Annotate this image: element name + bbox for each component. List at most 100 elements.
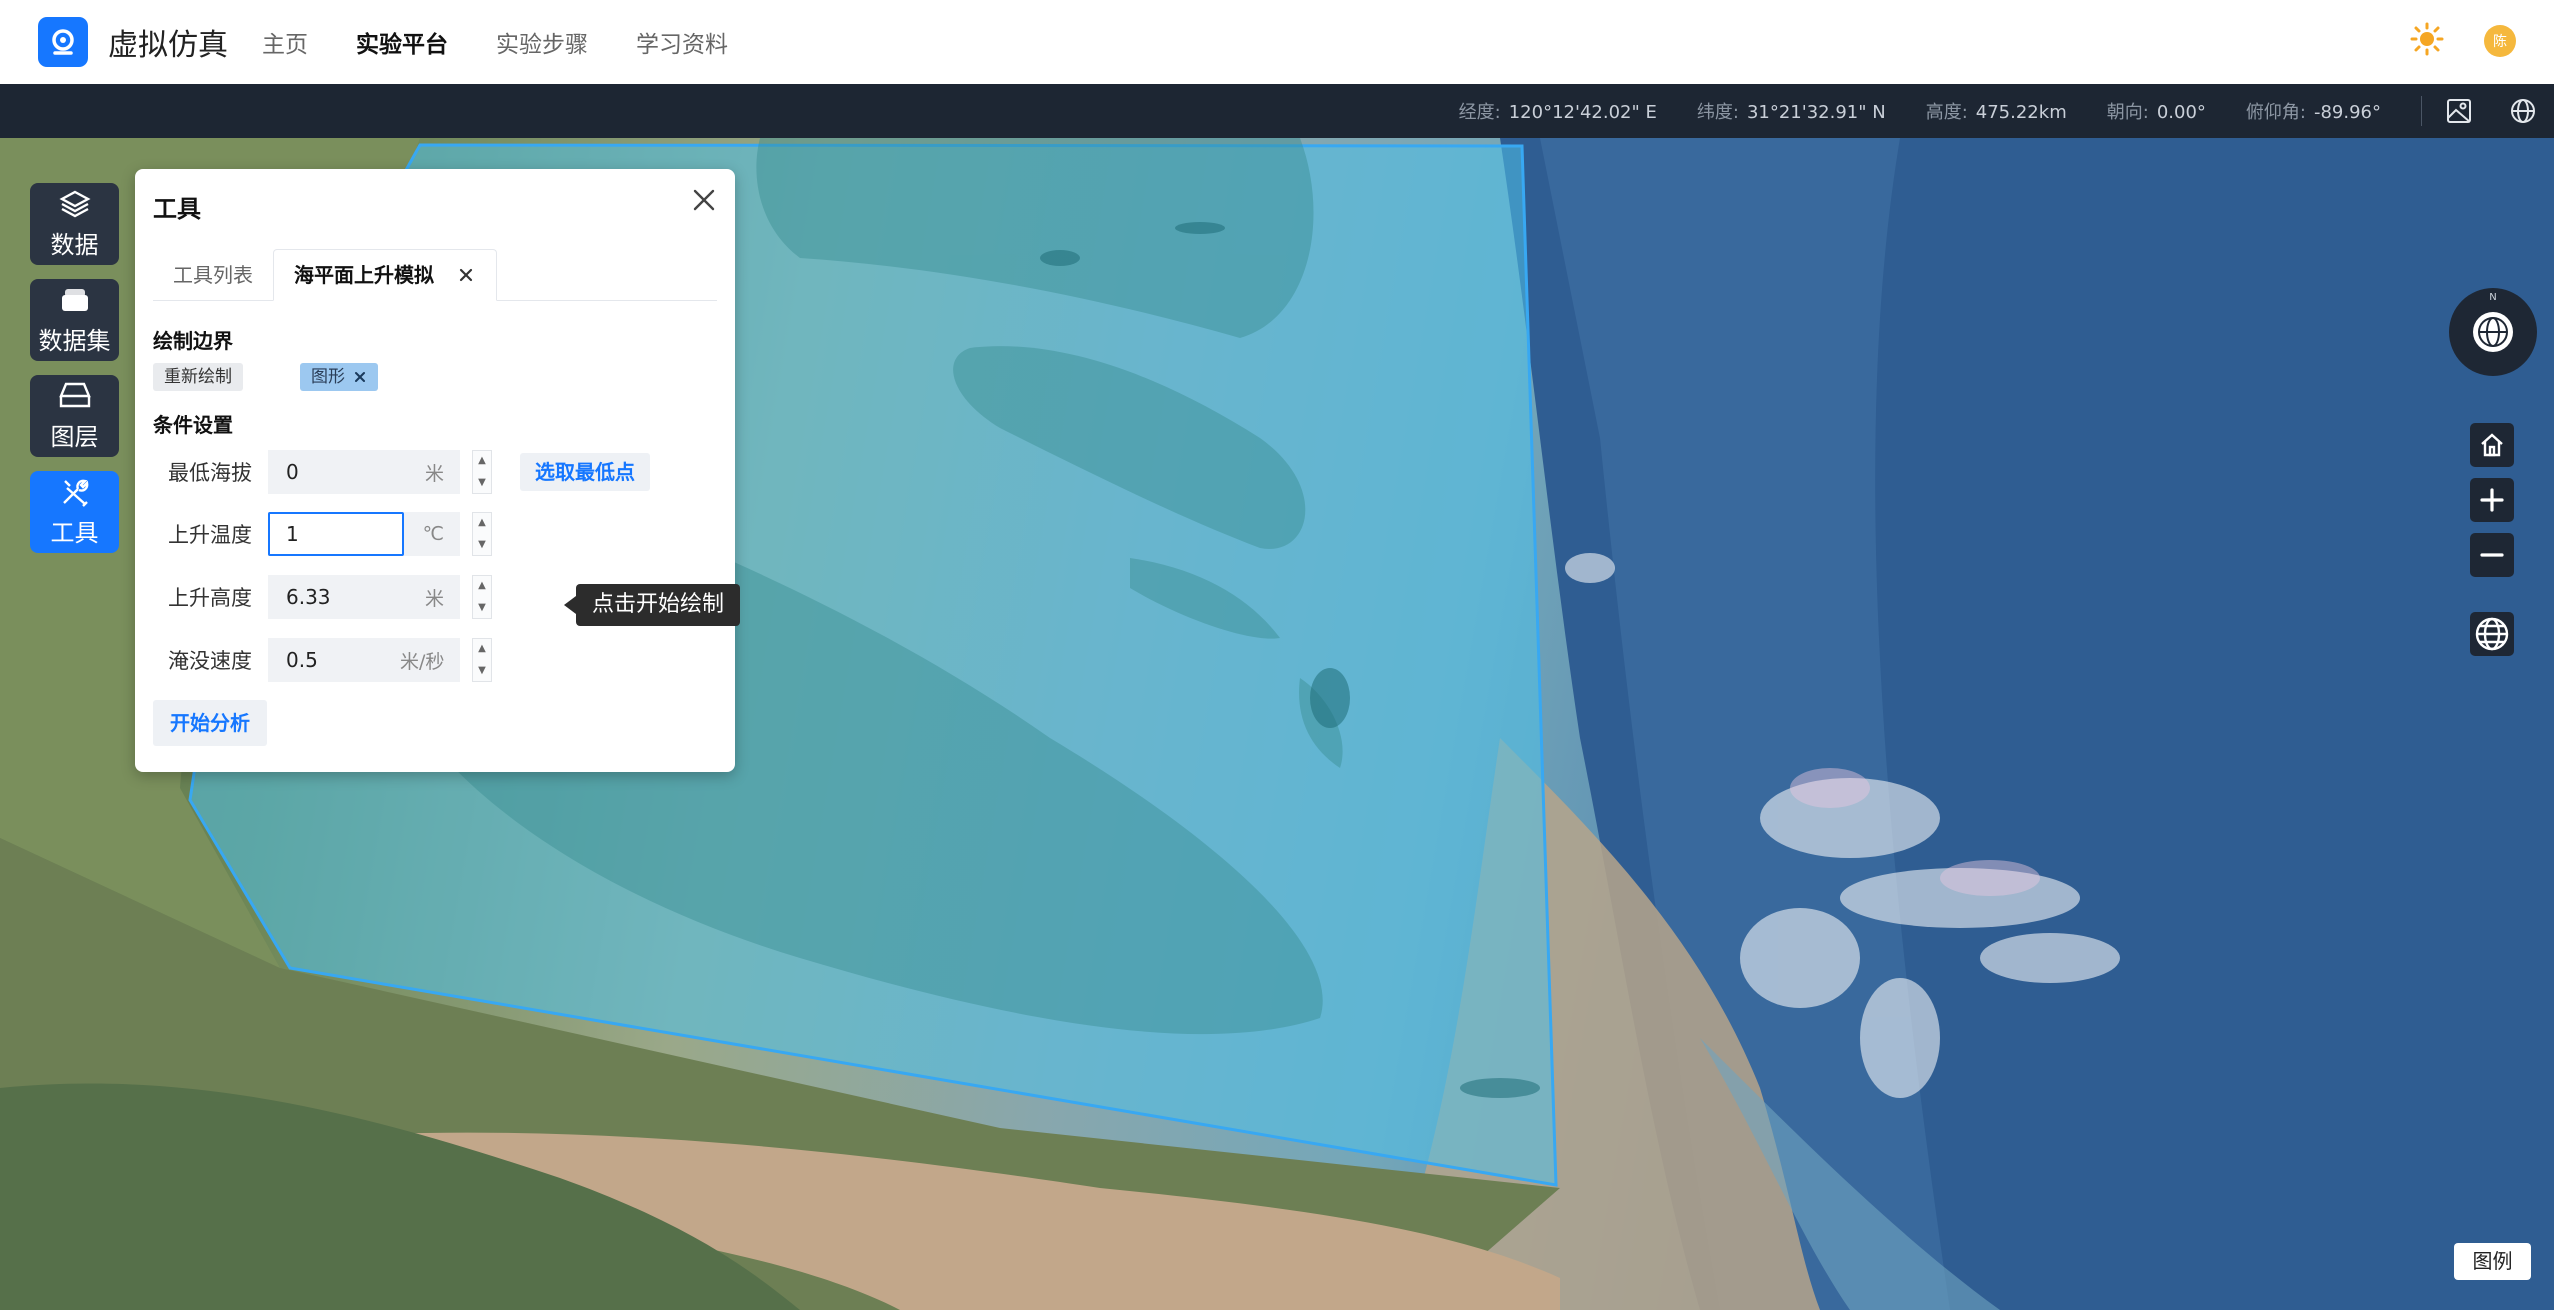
dataset-icon	[61, 288, 88, 311]
app-title: 虚拟仿真	[108, 28, 228, 63]
toolbar-data-button[interactable]: 数据	[30, 183, 119, 265]
tab-close-icon[interactable]	[456, 265, 476, 285]
min-elevation-stepper[interactable]: ▲ ▼	[472, 450, 492, 494]
shape-tag-close-icon[interactable]	[353, 370, 367, 384]
status-divider	[2421, 96, 2422, 126]
globe-view-button[interactable]	[2470, 612, 2514, 656]
temperature-rise-stepper[interactable]: ▲ ▼	[472, 512, 492, 556]
rise-height-field: 米	[268, 575, 460, 619]
image-layer-icon[interactable]	[2444, 96, 2474, 126]
globe-icon	[2475, 617, 2509, 651]
longitude-label: 经度:	[1458, 102, 1501, 123]
toolbar-tools-button[interactable]: 工具	[30, 471, 119, 553]
shape-tag[interactable]: 图形	[300, 363, 378, 391]
chevron-down-icon[interactable]: ▼	[478, 538, 486, 552]
shape-tag-label: 图形	[311, 367, 345, 387]
longitude-value: 120°12'42.02" E	[1508, 102, 1657, 123]
rise-height-stepper[interactable]: ▲ ▼	[472, 575, 492, 619]
map-status-bar: 经度: 120°12'42.02" E 纬度: 31°21'32.91" N 高度:…	[0, 84, 2554, 138]
min-elevation-unit: 米	[424, 462, 444, 485]
temperature-rise-unit: ℃	[422, 523, 444, 545]
tab-sea-level-rise-label: 海平面上升模拟	[294, 263, 434, 287]
latitude-value: 31°21'32.91" N	[1746, 102, 1886, 123]
globe-icon[interactable]	[2508, 96, 2538, 126]
pitch-readout: 俯仰角: -89.96°	[2246, 98, 2381, 124]
draw-hint-tooltip: 点击开始绘制	[563, 584, 741, 626]
temperature-rise-field: ℃	[268, 512, 460, 556]
compass-north-label: N	[2489, 292, 2497, 303]
min-elevation-input[interactable]	[270, 452, 400, 492]
home-icon	[2481, 433, 2503, 457]
minus-icon	[2480, 553, 2504, 557]
pick-lowest-point-button[interactable]: 选取最低点	[520, 453, 650, 491]
rise-height-unit: 米	[424, 587, 444, 610]
toolbar-layer-button[interactable]: 图层	[30, 375, 119, 457]
tab-tool-list[interactable]: 工具列表	[153, 249, 273, 301]
toolbar-data-label: 数据	[50, 230, 99, 259]
tools-icon	[62, 479, 88, 507]
nav-learning-materials[interactable]: 学习资料	[636, 25, 728, 59]
chevron-up-icon[interactable]: ▲	[478, 516, 486, 530]
start-analysis-button[interactable]: 开始分析	[153, 700, 267, 746]
layers-icon	[58, 190, 91, 217]
panel-title: 工具	[153, 195, 201, 223]
pitch-value: -89.96°	[2313, 102, 2381, 123]
rise-height-input[interactable]	[270, 577, 400, 617]
field-row-rise-height: 上升高度 米 ▲▼	[168, 575, 492, 619]
chevron-up-icon[interactable]: ▲	[478, 454, 486, 468]
latitude-readout: 纬度: 31°21'32.91" N	[1697, 98, 1886, 124]
nav-home[interactable]: 主页	[262, 25, 308, 59]
field-row-temperature-rise: 上升温度 ℃ ▲▼	[168, 512, 492, 556]
flood-speed-unit: 米/秒	[400, 650, 445, 673]
panel-tabs: 工具列表 海平面上升模拟	[153, 249, 717, 301]
altitude-label: 高度:	[1925, 102, 1968, 123]
heading-value: 0.00°	[2156, 102, 2206, 123]
zoom-in-button[interactable]	[2470, 478, 2514, 522]
chevron-up-icon[interactable]: ▲	[478, 579, 486, 593]
tool-panel: 工具 工具列表 海平面上升模拟 绘制边界 重新绘制 图形 条件设置 最低海拔 米…	[135, 169, 735, 772]
top-right-controls: 陈	[2410, 22, 2516, 60]
compass-globe-icon	[2473, 312, 2513, 352]
app-logo-icon[interactable]	[38, 17, 88, 67]
left-toolbar: 数据 数据集 图层 工具	[30, 183, 119, 567]
panel-close-icon[interactable]	[689, 185, 719, 215]
temperature-rise-input[interactable]	[268, 512, 404, 556]
flood-speed-input[interactable]	[270, 640, 400, 680]
tab-sea-level-rise[interactable]: 海平面上升模拟	[273, 249, 497, 301]
sun-icon[interactable]	[2410, 22, 2444, 60]
toolbar-dataset-label: 数据集	[38, 326, 111, 355]
chevron-down-icon[interactable]: ▼	[478, 664, 486, 678]
field-row-flood-speed: 淹没速度 米/秒 ▲▼	[168, 638, 492, 682]
nav-experiment-steps[interactable]: 实验步骤	[496, 25, 588, 59]
top-nav-bar: 虚拟仿真 主页 实验平台 实验步骤 学习资料 陈	[0, 0, 2554, 84]
chevron-down-icon[interactable]: ▼	[478, 601, 486, 615]
compass-widget[interactable]: N	[2449, 288, 2537, 376]
altitude-value: 475.22km	[1975, 102, 2067, 123]
nav-experiment-platform[interactable]: 实验平台	[356, 25, 448, 59]
section-condition-settings: 条件设置	[153, 413, 233, 437]
temperature-rise-label: 上升温度	[168, 523, 252, 547]
zoom-out-button[interactable]	[2470, 533, 2514, 577]
redraw-button[interactable]: 重新绘制	[153, 363, 243, 391]
toolbar-layer-label: 图层	[50, 422, 99, 451]
min-elevation-label: 最低海拔	[168, 461, 252, 485]
heading-label: 朝向:	[2106, 102, 2149, 123]
latitude-label: 纬度:	[1696, 102, 1739, 123]
heading-readout: 朝向: 0.00°	[2107, 98, 2206, 124]
field-row-min-elevation: 最低海拔 米 ▲▼ 选取最低点	[168, 450, 650, 494]
altitude-readout: 高度: 475.22km	[1926, 98, 2067, 124]
home-view-button[interactable]	[2470, 423, 2514, 467]
longitude-readout: 经度: 120°12'42.02" E	[1459, 98, 1657, 124]
flood-speed-label: 淹没速度	[168, 649, 252, 673]
chevron-up-icon[interactable]: ▲	[478, 642, 486, 656]
legend-button[interactable]: 图例	[2454, 1243, 2531, 1280]
avatar[interactable]: 陈	[2484, 25, 2516, 57]
section-draw-boundary: 绘制边界	[153, 329, 233, 353]
toolbar-tools-label: 工具	[50, 518, 99, 547]
toolbar-dataset-button[interactable]: 数据集	[30, 279, 119, 361]
layer-plane-icon	[58, 382, 91, 407]
min-elevation-field: 米	[268, 450, 460, 494]
rise-height-label: 上升高度	[168, 586, 252, 610]
chevron-down-icon[interactable]: ▼	[478, 476, 486, 490]
flood-speed-stepper[interactable]: ▲ ▼	[472, 638, 492, 682]
